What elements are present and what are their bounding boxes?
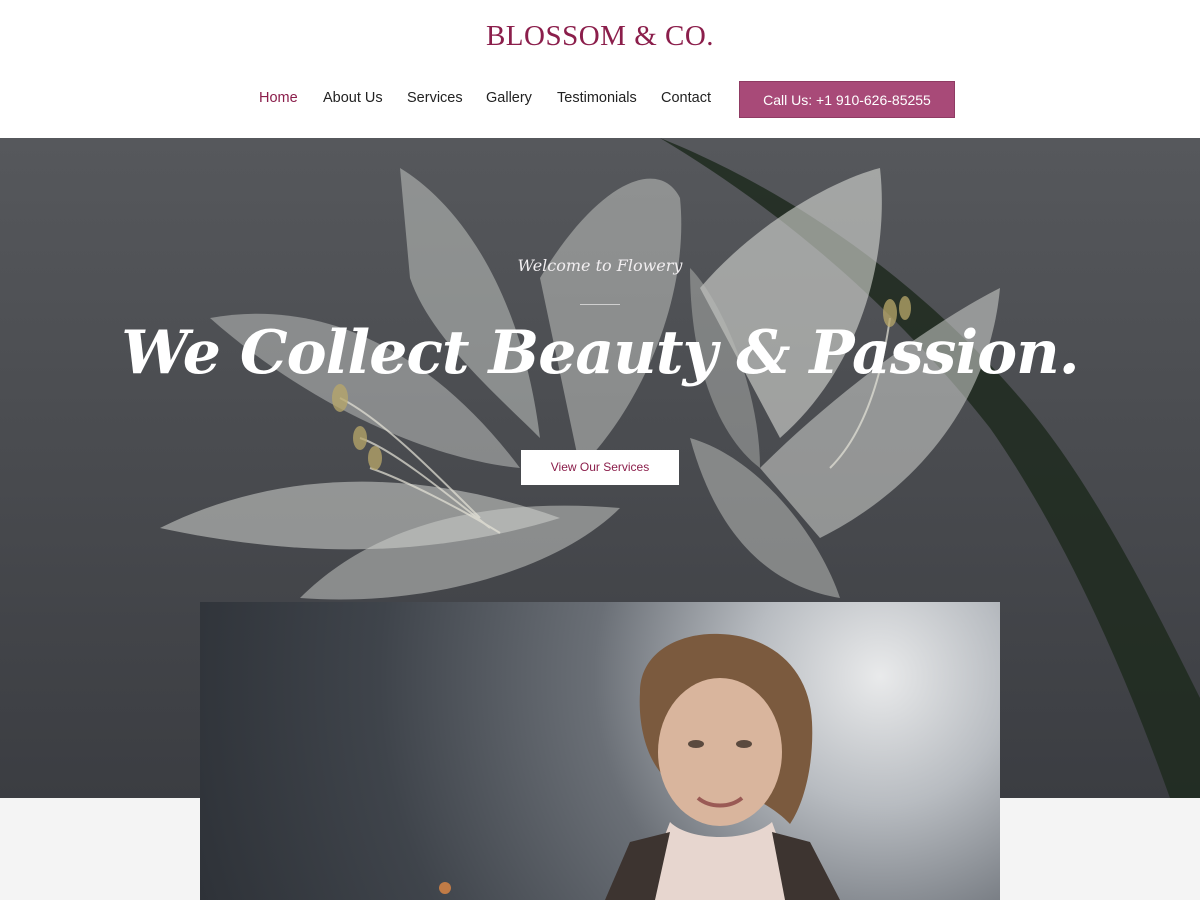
florist-photo <box>200 602 1000 900</box>
nav-about-us[interactable]: About Us <box>323 90 383 106</box>
call-us-button[interactable]: Call Us: +1 910-626-85255 <box>739 81 955 118</box>
main-nav: Home About Us Services Gallery Testimoni… <box>0 80 1200 118</box>
site-header: BLOSSOM & CO. Home About Us Services Gal… <box>0 0 1200 138</box>
hero-subtitle: Welcome to Flowery <box>517 256 683 275</box>
nav-home[interactable]: Home <box>259 90 298 106</box>
nav-contact[interactable]: Contact <box>661 90 711 106</box>
flower-bud <box>439 882 451 894</box>
nav-gallery[interactable]: Gallery <box>486 90 532 106</box>
hero-title: We Collect Beauty & Passion. <box>121 318 1079 388</box>
eye-left <box>688 740 704 748</box>
nav-services[interactable]: Services <box>407 90 463 106</box>
view-services-button[interactable]: View Our Services <box>521 450 679 485</box>
eye-right <box>736 740 752 748</box>
hero-divider <box>580 304 620 305</box>
nav-testimonials[interactable]: Testimonials <box>557 90 637 106</box>
florist-portrait <box>439 633 840 900</box>
site-logo[interactable]: BLOSSOM & CO. <box>0 20 1200 53</box>
